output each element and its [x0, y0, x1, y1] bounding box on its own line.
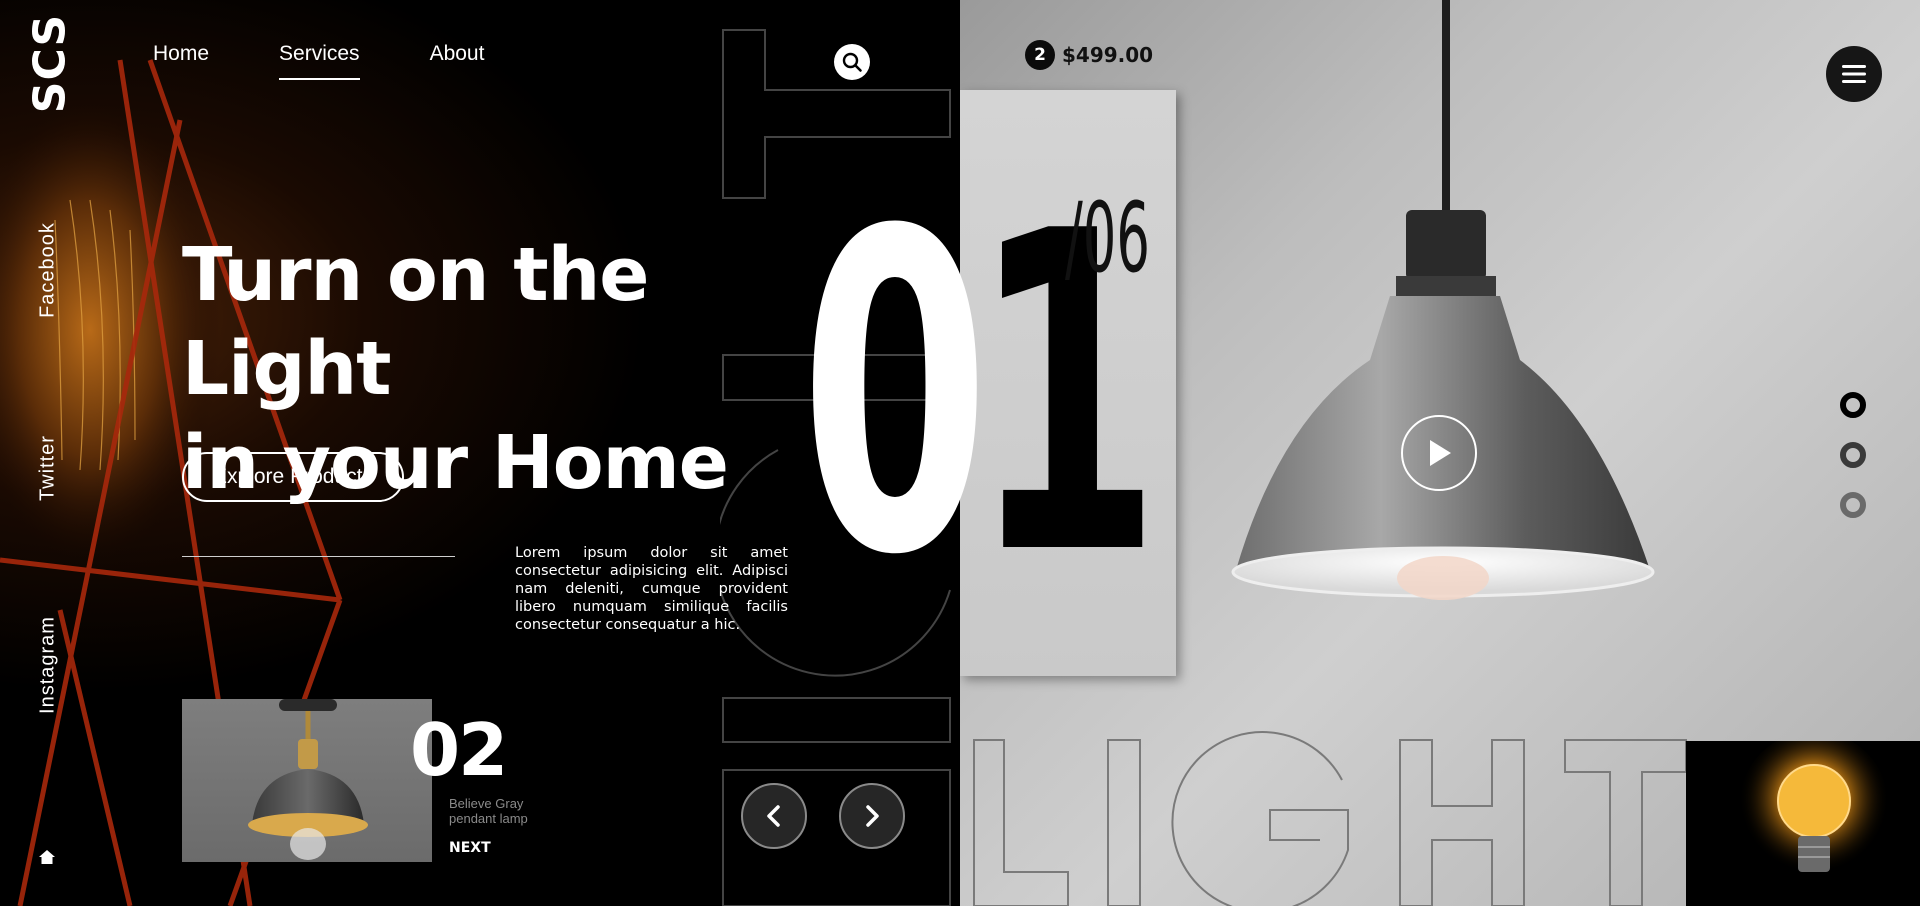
home-icon[interactable] [38, 848, 56, 871]
next-slide-thumbnail[interactable] [182, 699, 432, 862]
nav-item-services[interactable]: Services [279, 42, 360, 80]
slide-total: /06 [1065, 182, 1150, 294]
gray-pendant-lamp-image [248, 699, 368, 860]
brand-logo[interactable]: SCS [22, 13, 78, 113]
nav-item-home[interactable]: Home [153, 42, 209, 80]
prev-slide-button[interactable] [741, 783, 807, 849]
hero-divider [182, 556, 455, 557]
light-bulb-thumbnail [1686, 741, 1920, 906]
main-nav: Home Services About [153, 42, 484, 80]
glowing-bulb-image [1739, 741, 1889, 881]
pagination-dot-3[interactable] [1840, 492, 1866, 518]
play-video-button[interactable] [1401, 415, 1477, 491]
cart-total: $499.00 [1062, 43, 1154, 67]
hero-title-line-1: Turn on the Light [182, 232, 650, 412]
search-icon [842, 52, 862, 72]
pagination-dot-1[interactable] [1840, 392, 1866, 418]
next-slide-number: 02 [410, 708, 508, 792]
cart-count-badge: 2 [1025, 40, 1055, 70]
next-slide-link[interactable]: NEXT [449, 840, 491, 856]
social-link-facebook-label[interactable]: Facebook [37, 222, 60, 318]
nav-item-about[interactable]: About [430, 42, 485, 80]
social-link-twitter-label[interactable]: Twitter [37, 435, 60, 501]
pagination-dot-2[interactable] [1840, 442, 1866, 468]
slide-counter-digit-1: 0 [800, 139, 990, 651]
hero-description: Lorem ipsum dolor sit amet consectetur a… [515, 545, 788, 633]
brand-logo-text: SCS [24, 13, 76, 113]
chevron-left-icon [767, 805, 780, 827]
cart-summary[interactable]: 2 $499.00 [1025, 40, 1153, 70]
next-slide-caption: Believe Gray pendant lamp [449, 796, 528, 826]
menu-button[interactable] [1826, 46, 1882, 102]
play-icon [1430, 440, 1451, 466]
social-link-instagram-label[interactable]: Instagram [37, 616, 60, 714]
search-button[interactable] [834, 44, 870, 80]
next-slide-button[interactable] [839, 783, 905, 849]
chevron-right-icon [866, 805, 879, 827]
explore-products-button[interactable]: Explore Products [182, 452, 404, 502]
hamburger-menu-icon [1842, 65, 1866, 83]
